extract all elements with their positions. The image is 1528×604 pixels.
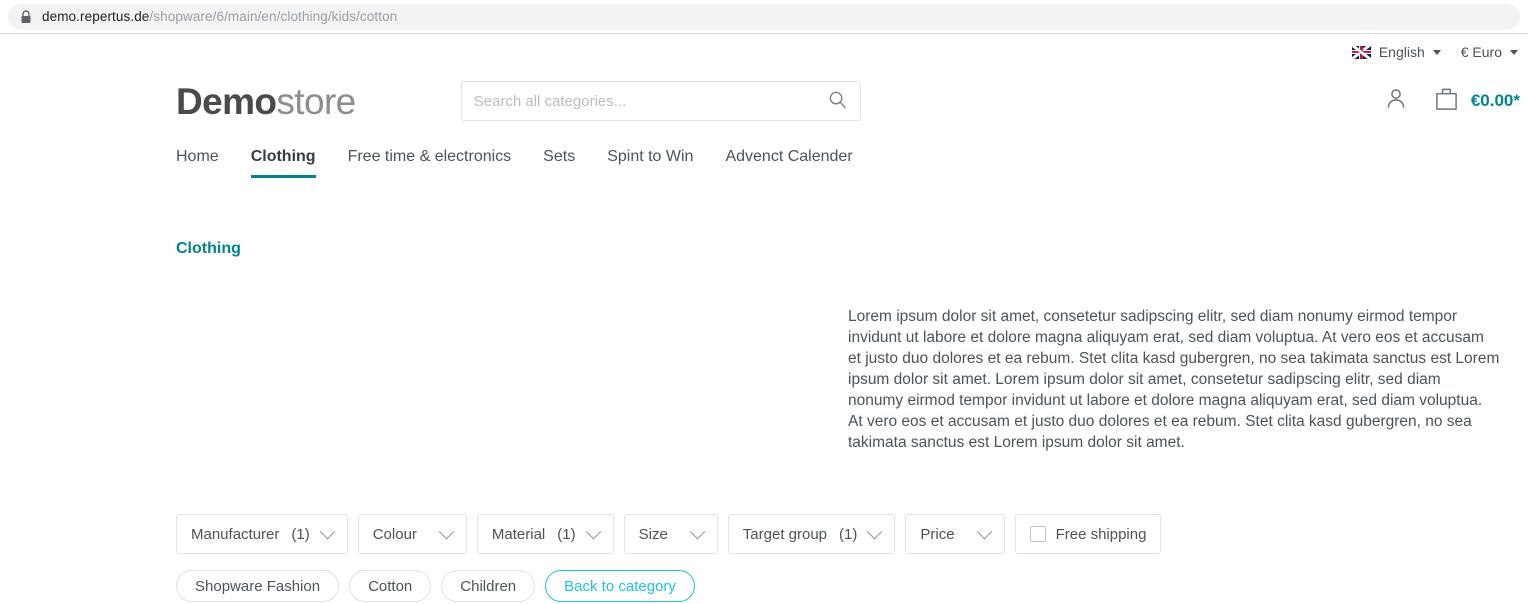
cart-button[interactable]: €0.00* (1434, 86, 1520, 117)
main-navigation: Home Clothing Free time & electronics Se… (0, 132, 1528, 178)
url-host: demo.repertus.de (42, 9, 150, 24)
url-path: /shopware/6/main/en/clothing/kids/cotton (149, 9, 398, 24)
nav-item-sets[interactable]: Sets (543, 148, 575, 178)
filter-colour[interactable]: Colour (357, 514, 467, 554)
filter-panel: Manufacturer (1) Colour Material (1) Siz… (0, 514, 1528, 554)
filter-label: Manufacturer (191, 525, 280, 543)
filter-label: Price (920, 525, 955, 543)
page-title: Clothing (176, 240, 241, 257)
category-hero-image (176, 302, 848, 492)
uk-flag-icon (1351, 45, 1371, 59)
chevron-down-icon (976, 523, 992, 539)
language-label: English (1378, 44, 1425, 60)
free-shipping-checkbox[interactable] (1029, 526, 1046, 542)
filter-label: Material (491, 525, 546, 543)
chevron-down-icon (689, 523, 706, 539)
search-bar[interactable] (460, 81, 861, 121)
filter-label: Target group (742, 525, 828, 543)
shop-page: English € Euro Demostore Search all cate… (0, 34, 1528, 604)
utility-topbar: English € Euro (0, 34, 1528, 70)
filter-count: (1) (839, 525, 858, 543)
nav-item-spint-to-win[interactable]: Spint to Win (607, 148, 693, 178)
filter-material[interactable]: Material (1) (476, 514, 614, 554)
site-logo[interactable]: Demostore (176, 83, 356, 120)
chevron-down-icon (319, 523, 335, 539)
search-submit-button[interactable] (816, 82, 860, 120)
chevron-down-icon (585, 523, 601, 539)
search-icon (828, 90, 847, 112)
active-filter-cotton[interactable]: Cotton (349, 570, 432, 602)
cart-total: €0.00* (1470, 91, 1520, 110)
chevron-down-icon (1510, 49, 1518, 55)
nav-item-advenct-calender[interactable]: Advenct Calender (725, 148, 852, 178)
active-filter-shopware-fashion[interactable]: Shopware Fashion (176, 570, 340, 602)
header-actions: €0.00* (1384, 86, 1528, 117)
chevron-down-icon (1432, 49, 1441, 55)
browser-url-bar: demo.repertus.de/shopware/6/main/en/clot… (0, 0, 1528, 34)
person-icon (1384, 86, 1408, 116)
active-filter-children[interactable]: Children (441, 570, 536, 602)
back-to-category-button[interactable]: Back to category (545, 570, 695, 602)
logo-primary: Demo (176, 80, 277, 122)
currency-switcher[interactable]: € Euro (1451, 44, 1528, 60)
chevron-down-icon (867, 523, 883, 539)
search-input[interactable] (461, 82, 816, 120)
shopping-bag-icon (1434, 86, 1459, 117)
filter-count: (1) (291, 525, 310, 543)
filter-label: Size (638, 525, 668, 543)
filter-price[interactable]: Price (905, 514, 1005, 554)
filter-size[interactable]: Size (623, 514, 718, 554)
filter-label: Colour (372, 525, 417, 543)
active-filter-list: Shopware Fashion Cotton Children Back to… (0, 570, 1528, 602)
logo-secondary: store (276, 80, 356, 122)
url-text: demo.repertus.de/shopware/6/main/en/clot… (42, 9, 397, 24)
filter-count: (1) (557, 525, 576, 543)
filter-free-shipping[interactable]: Free shipping (1014, 514, 1162, 554)
nav-item-clothing[interactable]: Clothing (250, 148, 316, 178)
lock-icon (20, 9, 32, 24)
account-button[interactable] (1384, 86, 1408, 116)
url-input[interactable]: demo.repertus.de/shopware/6/main/en/clot… (8, 3, 1520, 30)
chevron-down-icon (438, 523, 455, 539)
free-shipping-label: Free shipping (1055, 525, 1147, 543)
nav-item-home[interactable]: Home (176, 148, 219, 178)
nav-item-free-time-electronics[interactable]: Free time & electronics (348, 148, 512, 178)
filter-manufacturer[interactable]: Manufacturer (1) (176, 514, 348, 554)
language-switcher[interactable]: English (1342, 44, 1451, 60)
currency-label: € Euro (1460, 44, 1502, 60)
category-cms-block: Lorem ipsum dolor sit amet, consetetur s… (0, 302, 1528, 492)
category-description: Lorem ipsum dolor sit amet, consetetur s… (848, 308, 1500, 451)
site-header: Demostore Search all categories... €0.00… (0, 70, 1528, 132)
filter-target-group[interactable]: Target group (1) (727, 514, 896, 554)
